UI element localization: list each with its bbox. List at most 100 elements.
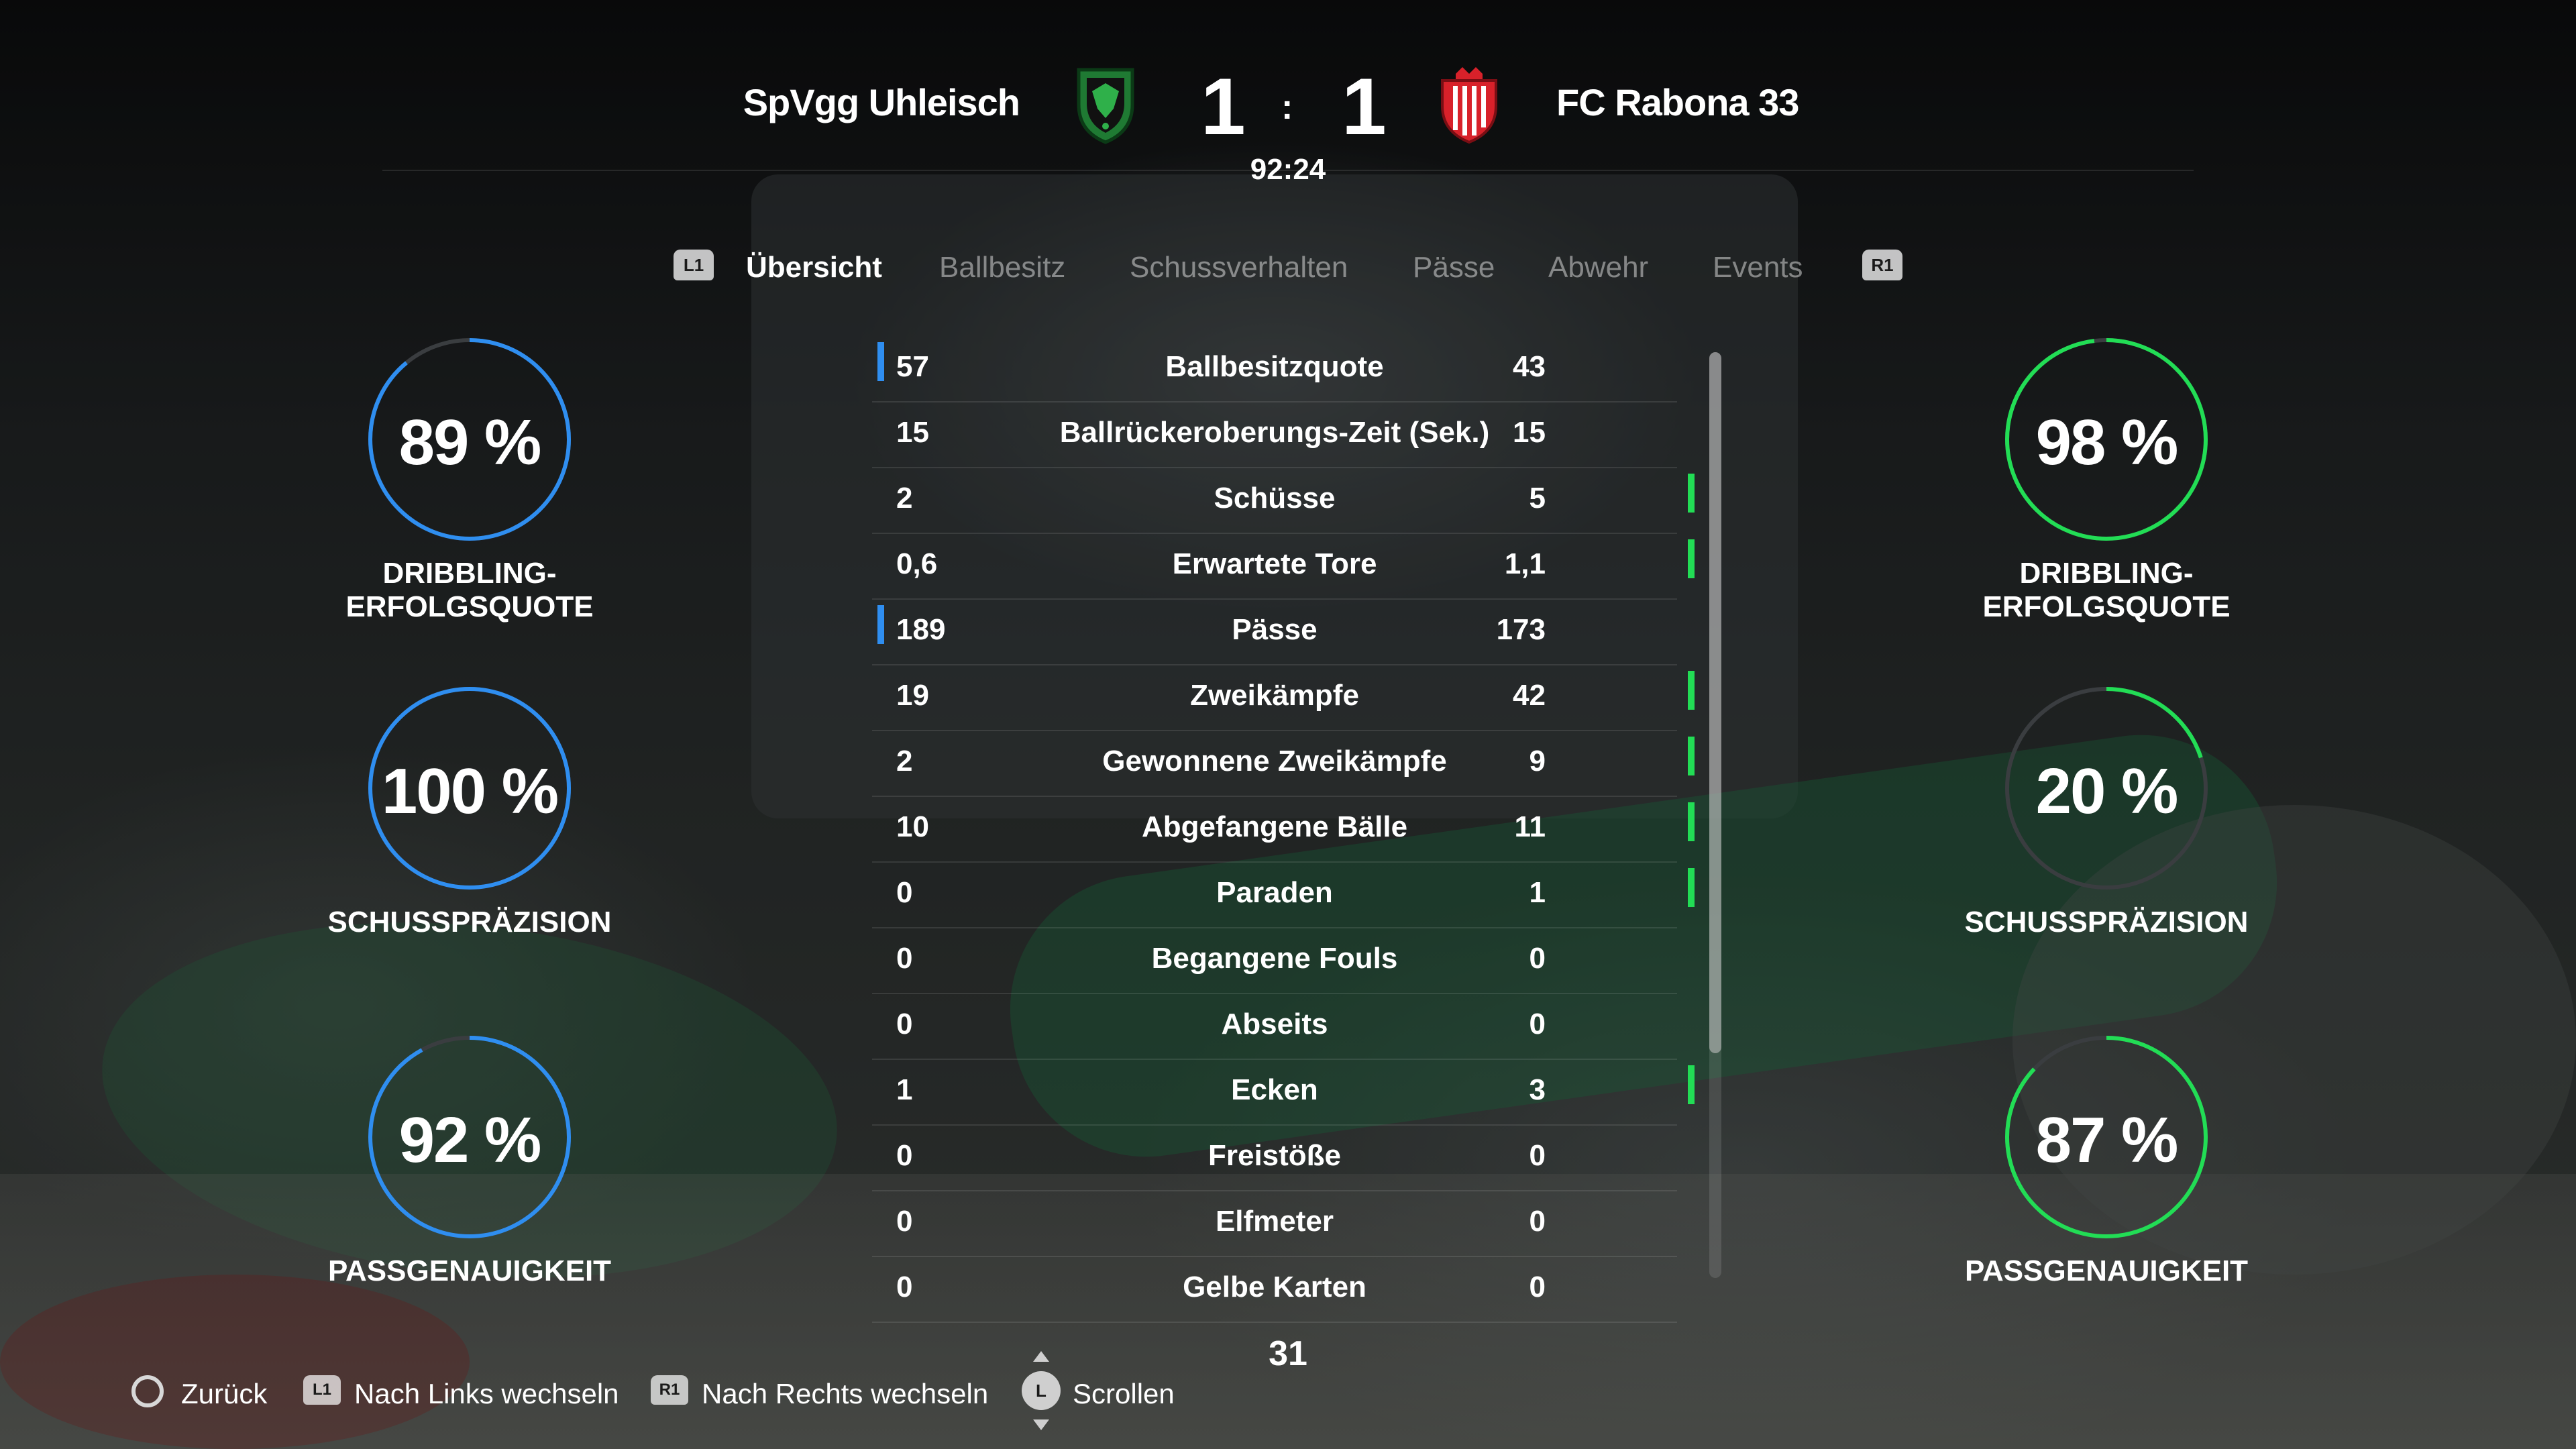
stat-home-value: 0 xyxy=(896,1139,913,1172)
stat-name: Gewonnene Zweikämpfe xyxy=(1102,745,1447,777)
stat-row: 19 Zweikämpfe 42 xyxy=(872,664,1695,731)
stat-home-value: 0,6 xyxy=(896,547,938,580)
stat-name: Erwartete Tore xyxy=(1172,547,1377,580)
away-leader-indicator xyxy=(1688,868,1695,907)
stat-name: Gelbe Karten xyxy=(1183,1271,1366,1303)
away-leader-indicator xyxy=(1688,1065,1695,1104)
away-pass-accuracy-label: PASSGENAUIGKEIT xyxy=(1964,1254,2249,1287)
stat-away-value: 1,1 xyxy=(1504,547,1546,580)
stat-home-value: 15 xyxy=(896,416,929,449)
r1-button-icon[interactable]: R1 xyxy=(1862,250,1902,280)
stat-away-value: 0 xyxy=(1529,1008,1546,1040)
stat-away-value: 0 xyxy=(1529,1139,1546,1172)
circle-button-icon xyxy=(131,1375,164,1407)
tab-defense[interactable]: Abwehr xyxy=(1548,251,1648,284)
stat-home-value: 189 xyxy=(896,613,946,646)
score-separator: : xyxy=(1281,88,1293,127)
stat-name: Elfmeter xyxy=(1215,1205,1334,1238)
away-leader-indicator xyxy=(1688,737,1695,775)
stat-row: 2 Gewonnene Zweikämpfe 9 xyxy=(872,730,1695,797)
stick-up-arrow-icon xyxy=(1033,1351,1049,1362)
stat-name: Ecken xyxy=(1231,1073,1318,1106)
stat-name: Schüsse xyxy=(1214,482,1336,515)
stat-home-value: 0 xyxy=(896,876,913,909)
away-dribbling-label: DRIBBLING-ERFOLGSQUOTE xyxy=(1982,557,2231,623)
stat-away-value: 5 xyxy=(1529,482,1546,515)
stat-name: Abgefangene Bälle xyxy=(1141,810,1408,843)
stat-row: 0 Paraden 1 xyxy=(872,861,1695,928)
away-score: 1 xyxy=(1342,62,1387,152)
header-divider xyxy=(382,170,2194,171)
away-dribbling-value: 98 % xyxy=(2035,407,2179,478)
away-leader-indicator xyxy=(1688,671,1695,710)
stat-row: 2 Schüsse 5 xyxy=(872,467,1695,534)
home-leader-indicator xyxy=(877,342,884,381)
away-team-name: FC Rabona 33 xyxy=(1556,81,1799,123)
tab-shooting[interactable]: Schussverhalten xyxy=(1130,251,1348,284)
button-legend: Zurück L1 Nach Links wechseln R1 Nach Re… xyxy=(0,1351,2576,1430)
stat-row: 0 Freistöße 0 xyxy=(872,1124,1677,1191)
stat-home-value: 2 xyxy=(896,482,913,515)
stat-away-value: 173 xyxy=(1496,613,1546,646)
away-leader-indicator xyxy=(1688,802,1695,841)
stat-home-value: 0 xyxy=(896,942,913,975)
stat-away-value: 11 xyxy=(1514,810,1546,843)
stats-tab-bar: L1 Übersicht Ballbesitz Schussverhalten … xyxy=(0,241,2576,295)
away-gauge-shot-accuracy: 20 % SCHUSSPRÄZISION xyxy=(1898,684,2314,993)
home-leader-indicator xyxy=(877,605,884,644)
stat-name: Zweikämpfe xyxy=(1190,679,1359,712)
stat-name: Pässe xyxy=(1232,613,1318,646)
stats-scrollbar-thumb[interactable] xyxy=(1709,352,1721,1053)
stat-away-value: 3 xyxy=(1529,1073,1546,1106)
l1-legend-icon: L1 xyxy=(303,1375,341,1405)
home-score: 1 xyxy=(1201,62,1246,152)
left-stick-letter: L xyxy=(1036,1381,1046,1401)
stat-row: 10 Abgefangene Bälle 11 xyxy=(872,796,1695,863)
stat-home-value: 0 xyxy=(896,1205,913,1238)
home-shot-accuracy-value: 100 % xyxy=(381,755,559,827)
away-shot-accuracy-value: 20 % xyxy=(2035,755,2179,827)
stat-name: Ballrückeroberungs-Zeit (Sek.) xyxy=(1059,416,1490,449)
left-stick-icon: L xyxy=(1022,1351,1061,1430)
stat-home-value: 2 xyxy=(896,745,913,777)
home-pass-accuracy-label: PASSGENAUIGKEIT xyxy=(327,1254,612,1287)
stat-row: 0,6 Erwartete Tore 1,1 xyxy=(872,533,1695,600)
stat-away-value: 9 xyxy=(1529,745,1546,777)
away-team-crest-icon xyxy=(1436,64,1503,145)
tab-possession[interactable]: Ballbesitz xyxy=(939,251,1065,284)
stat-home-value: 57 xyxy=(896,350,929,383)
away-gauge-pass-accuracy: 87 % PASSGENAUIGKEIT xyxy=(1898,1033,2314,1342)
r1-legend-icon: R1 xyxy=(651,1375,688,1405)
stat-row: 15 Ballrückeroberungs-Zeit (Sek.) 15 xyxy=(872,401,1677,468)
away-shot-accuracy-label: SCHUSSPRÄZISION xyxy=(1964,906,2249,938)
stat-away-value: 15 xyxy=(1513,416,1546,449)
away-pass-accuracy-value: 87 % xyxy=(2035,1104,2179,1176)
stat-name: Freistöße xyxy=(1208,1139,1342,1172)
away-leader-indicator xyxy=(1688,539,1695,578)
home-gauge-dribbling: 89 % DRIBBLING-ERFOLGSQUOTE xyxy=(262,335,678,644)
scroll-label: Scrollen xyxy=(1073,1378,1175,1409)
home-gauge-shot-accuracy: 100 % SCHUSSPRÄZISION xyxy=(262,684,678,993)
tab-overview[interactable]: Übersicht xyxy=(746,251,882,284)
stat-row: 57 Ballbesitzquote 43 xyxy=(872,335,1677,402)
stat-away-value: 1 xyxy=(1529,876,1546,909)
stat-away-value: 0 xyxy=(1529,1205,1546,1238)
stat-home-value: 19 xyxy=(896,679,929,712)
stat-row: 0 Begangene Fouls 0 xyxy=(872,927,1677,994)
stat-row: 0 Elfmeter 0 xyxy=(872,1190,1677,1257)
home-team-name: SpVgg Uhleisch xyxy=(743,81,1020,123)
l1-button-icon[interactable]: L1 xyxy=(674,250,714,280)
home-dribbling-value: 89 % xyxy=(398,407,542,478)
match-stats-table[interactable]: 57 Ballbesitzquote 43 15 Ballrückeroberungs-… xyxy=(872,335,1704,1323)
stat-name: Ballbesitzquote xyxy=(1165,350,1384,383)
stat-away-value: 0 xyxy=(1529,1271,1546,1303)
stat-row: 0 Gelbe Karten 0 xyxy=(872,1256,1677,1323)
stat-home-value: 0 xyxy=(896,1271,913,1303)
tab-events[interactable]: Events xyxy=(1713,251,1803,284)
stat-away-value: 43 xyxy=(1513,350,1546,383)
home-pass-accuracy-value: 92 % xyxy=(398,1104,542,1176)
stat-row: 1 Ecken 3 xyxy=(872,1059,1695,1126)
stat-row: 0 Abseits 0 xyxy=(872,993,1677,1060)
tab-passes[interactable]: Pässe xyxy=(1413,251,1495,284)
stat-row: 189 Pässe 173 xyxy=(872,598,1677,665)
